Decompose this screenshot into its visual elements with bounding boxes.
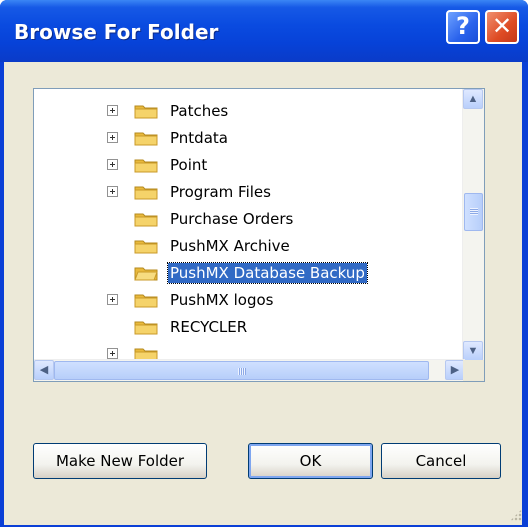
tree-item-label: PushMX Database Backup (167, 262, 368, 284)
vertical-scrollbar[interactable]: ▲ ▼ (462, 89, 484, 361)
chevron-down-icon: ▼ (467, 345, 479, 357)
tree-item-label: Purchase Orders (170, 210, 294, 228)
tree-item-label: PushMX logos (170, 291, 274, 309)
folder-icon (134, 186, 158, 200)
expand-icon[interactable] (107, 186, 118, 197)
tree-item-point[interactable]: Point (34, 152, 464, 179)
scroll-up-button[interactable]: ▲ (463, 89, 483, 109)
vertical-scroll-thumb[interactable] (464, 193, 483, 231)
tree-item-purchase-orders[interactable]: Purchase Orders (34, 206, 464, 233)
tree-item-label: Point (170, 156, 208, 174)
scrollbar-corner (463, 360, 484, 381)
close-button[interactable]: ✕ (485, 10, 519, 44)
scroll-right-button[interactable]: ▶ (445, 360, 465, 380)
folder-icon (134, 213, 158, 227)
expand-icon[interactable] (107, 132, 118, 143)
chevron-left-icon: ◀ (39, 364, 49, 376)
dialog-title: Browse For Folder (14, 20, 219, 44)
expand-icon[interactable] (107, 294, 118, 305)
scroll-left-button[interactable]: ◀ (34, 360, 54, 380)
ok-button[interactable]: OK (248, 443, 373, 479)
help-button[interactable]: ? (446, 10, 480, 44)
tree-item-label: Pntdata (170, 129, 228, 147)
folder-icon (134, 105, 158, 119)
tree-item-program-files[interactable]: Program Files (34, 179, 464, 206)
tree-item-pushmx-archive[interactable]: PushMX Archive (34, 233, 464, 260)
title-bar[interactable]: Browse For Folder ? ✕ (0, 0, 528, 62)
expand-icon[interactable] (107, 348, 118, 359)
tree-item-patches[interactable]: Patches (34, 98, 464, 125)
tree-item-label: RECYCLER (170, 318, 248, 336)
folder-icon (134, 159, 158, 173)
tree-item-pushmx-logos[interactable]: PushMX logos (34, 287, 464, 314)
tree-item-pntdata[interactable]: Pntdata (34, 125, 464, 152)
chevron-up-icon: ▲ (467, 93, 479, 105)
expand-icon[interactable] (107, 105, 118, 116)
tree-item-recycler[interactable]: RECYCLER (34, 314, 464, 341)
horizontal-scrollbar[interactable]: ◀ ▶ (34, 359, 465, 381)
open-folder-icon (134, 267, 158, 281)
tree-item-pushmx-database-backup[interactable]: PushMX Database Backup (34, 260, 464, 287)
tree-item-label: Program Files (170, 183, 271, 201)
folder-icon (134, 294, 158, 308)
browse-for-folder-dialog: Browse For Folder ? ✕ Patches Pntdata Po… (0, 0, 528, 527)
cancel-button[interactable]: Cancel (381, 443, 501, 479)
folder-icon (134, 240, 158, 254)
make-new-folder-button[interactable]: Make New Folder (33, 443, 207, 479)
chevron-right-icon: ▶ (450, 364, 460, 376)
folder-tree[interactable]: Patches Pntdata Point Program Files Purc… (33, 88, 485, 382)
folder-icon (134, 132, 158, 146)
expand-icon[interactable] (107, 159, 118, 170)
tree-item-label: Patches (170, 102, 229, 120)
tree-item-label: PushMX Archive (170, 237, 290, 255)
folder-icon (134, 321, 158, 335)
scroll-down-button[interactable]: ▼ (463, 341, 483, 361)
horizontal-scroll-thumb[interactable] (54, 361, 429, 380)
